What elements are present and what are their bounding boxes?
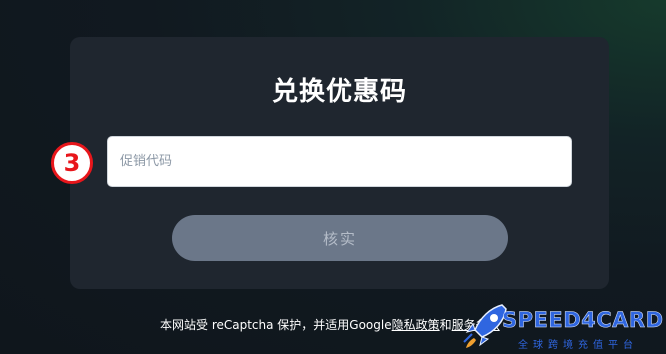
watermark-tagline: 全球跨境充值平台: [518, 340, 638, 351]
verify-button[interactable]: 核实: [172, 215, 508, 261]
speed4card-watermark: SPEED4CARD 全球跨境充值平台: [462, 302, 664, 352]
page-title: 兑换优惠码: [271, 77, 407, 107]
recaptcha-notice: 本网站受 reCaptcha 保护，并适用Google隐私政策和服务条款: [160, 316, 500, 333]
privacy-policy-link[interactable]: 隐私政策: [392, 318, 440, 332]
watermark-brand: SPEED4CARD: [502, 308, 664, 333]
recaptcha-notice-text: 本网站受 reCaptcha 保护，并适用Google: [160, 318, 392, 332]
promo-code-input[interactable]: [107, 136, 572, 187]
redeem-promo-card: 兑换优惠码 核实: [70, 37, 609, 289]
recaptcha-notice-and: 和: [439, 318, 452, 332]
step-marker-badge: 3: [51, 142, 93, 184]
